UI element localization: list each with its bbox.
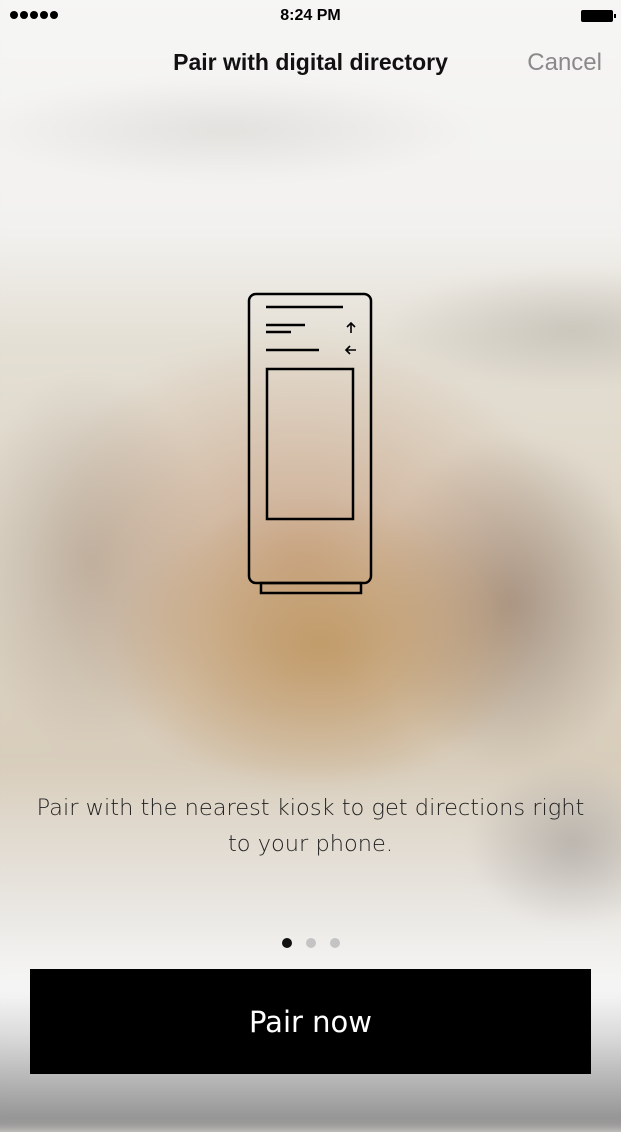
kiosk-icon — [247, 292, 373, 595]
page-dot-active[interactable] — [281, 938, 292, 948]
battery-icon — [581, 10, 616, 22]
cancel-button[interactable]: Cancel — [527, 49, 602, 77]
description-text: Pair with the nearest kiosk to get direc… — [36, 795, 585, 857]
status-bar: 8:24 PM — [0, 0, 621, 32]
page-indicator — [0, 938, 621, 948]
status-time: 8:24 PM — [280, 7, 341, 24]
page-dot[interactable] — [305, 938, 316, 948]
page-dot[interactable] — [329, 938, 340, 948]
pair-now-button[interactable]: Pair now — [30, 969, 591, 1074]
